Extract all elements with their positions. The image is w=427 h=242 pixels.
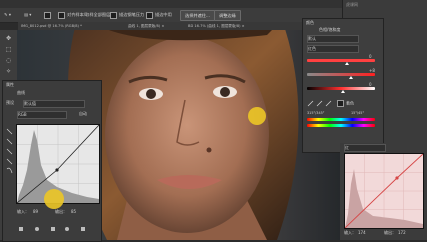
hue-saturation-panel: 颜色 色相/饱和度 默认 红色 0 +8 0 着色 315°/345° 15°\…	[302, 18, 384, 153]
red-input-label: 输入：	[344, 230, 356, 235]
marquee-tool-icon[interactable]: ⬚	[4, 45, 13, 54]
hue-slider-knob[interactable]	[345, 62, 349, 65]
sample-option-1[interactable]	[44, 11, 53, 19]
document-tabs: IMG_8012.psd @ 16.7% (RGB/8) * 曲线 1, 图层蒙…	[18, 22, 318, 30]
select-and-mask-button[interactable]: 选择并遮住...	[180, 10, 215, 21]
red-input-value[interactable]: 174	[358, 230, 366, 235]
saturation-value[interactable]: +8	[369, 68, 375, 73]
colorize-checkbox[interactable]: 着色	[337, 100, 354, 107]
output-label: 输出：	[55, 209, 67, 214]
preset-label: 预设	[6, 100, 14, 105]
hue-slider[interactable]	[307, 59, 375, 62]
lightness-slider-knob[interactable]	[341, 90, 345, 93]
curve-point[interactable]	[55, 168, 59, 172]
pen-pressure-label: 描边钢笔压力	[119, 12, 145, 17]
range-left-text: 315°/345°	[307, 111, 325, 115]
red-output-label: 输出：	[384, 230, 396, 235]
red-curves-graph[interactable]	[344, 153, 424, 229]
refine-edge-button[interactable]: 调整边缘	[214, 10, 241, 21]
saturation-slider[interactable]	[307, 73, 375, 76]
mode-picker-icon[interactable]: ▤ ▾	[24, 11, 31, 19]
pen-pressure-checkbox[interactable]: 描边钢笔压力	[110, 11, 144, 19]
curves-section-label: 曲线	[17, 90, 25, 95]
brush-preset-icon[interactable]: ✎ ▾	[4, 11, 11, 19]
red-channel-dropdown[interactable]: 红	[344, 144, 386, 152]
input-label: 输入：	[17, 209, 29, 214]
eyedropper-icons[interactable]	[307, 99, 333, 107]
hue-channel-dropdown[interactable]: 红色	[307, 45, 359, 53]
quick-select-tool-icon[interactable]: ✧	[4, 67, 13, 76]
auto-button[interactable]: 自动	[79, 111, 87, 117]
sample-all-layers-label: 对齐样本/取样全部图层	[67, 12, 111, 17]
hue-preset-dropdown[interactable]: 默认	[307, 35, 359, 43]
watermark-text: 虎课网	[346, 2, 358, 7]
cursor-highlight-marker	[248, 107, 266, 125]
red-output-value[interactable]: 172	[398, 230, 406, 235]
hue-range-bar-bottom[interactable]	[307, 124, 375, 127]
stroke-use-checkbox[interactable]: 描边中用	[146, 11, 172, 19]
panel-title: 属性	[6, 82, 14, 87]
panel-footer-icons[interactable]	[17, 225, 97, 233]
red-curve-point[interactable]	[395, 176, 399, 180]
move-tool-icon[interactable]: ✥	[4, 34, 13, 43]
hue-panel-title: 颜色	[306, 20, 314, 25]
output-value[interactable]: 85	[71, 209, 76, 214]
channel-dropdown[interactable]: RGB	[17, 111, 67, 119]
input-value[interactable]: 89	[33, 209, 38, 214]
stroke-use-label: 描边中用	[155, 12, 172, 17]
hue-mode-label: 色相/饱和度	[319, 27, 341, 32]
doc-tab-2[interactable]: 曲线 1, 图层蒙版/8) ×	[128, 23, 164, 30]
colorize-label: 着色	[346, 100, 354, 106]
doc-tab-1[interactable]: IMG_8012.psd @ 16.7% (RGB/8) *	[21, 23, 82, 30]
lasso-tool-icon[interactable]: ◌	[4, 56, 13, 65]
sample-all-layers-checkbox[interactable]: 对齐样本/取样全部图层	[58, 11, 110, 19]
cursor-highlight-marker-2	[44, 189, 64, 209]
red-curves-panel: 红 输入： 174 输出： 172	[340, 143, 427, 240]
lightness-value[interactable]: 0	[369, 82, 372, 87]
properties-panel-curves: 属性 曲线 预设 默认值 RGB 自动 输入： 89 输出： 85	[2, 80, 102, 242]
range-right-text: 15°\45°	[351, 111, 365, 115]
saturation-slider-knob[interactable]	[349, 76, 353, 79]
doc-tab-3[interactable]: BD 16.7% (曲线 1, 图层蒙版/8) ×	[188, 23, 245, 30]
preset-dropdown[interactable]: 默认值	[23, 100, 85, 108]
hue-range-bar-top	[307, 118, 375, 121]
hue-value[interactable]: 0	[369, 54, 372, 59]
curves-tool-icons[interactable]	[6, 126, 14, 196]
